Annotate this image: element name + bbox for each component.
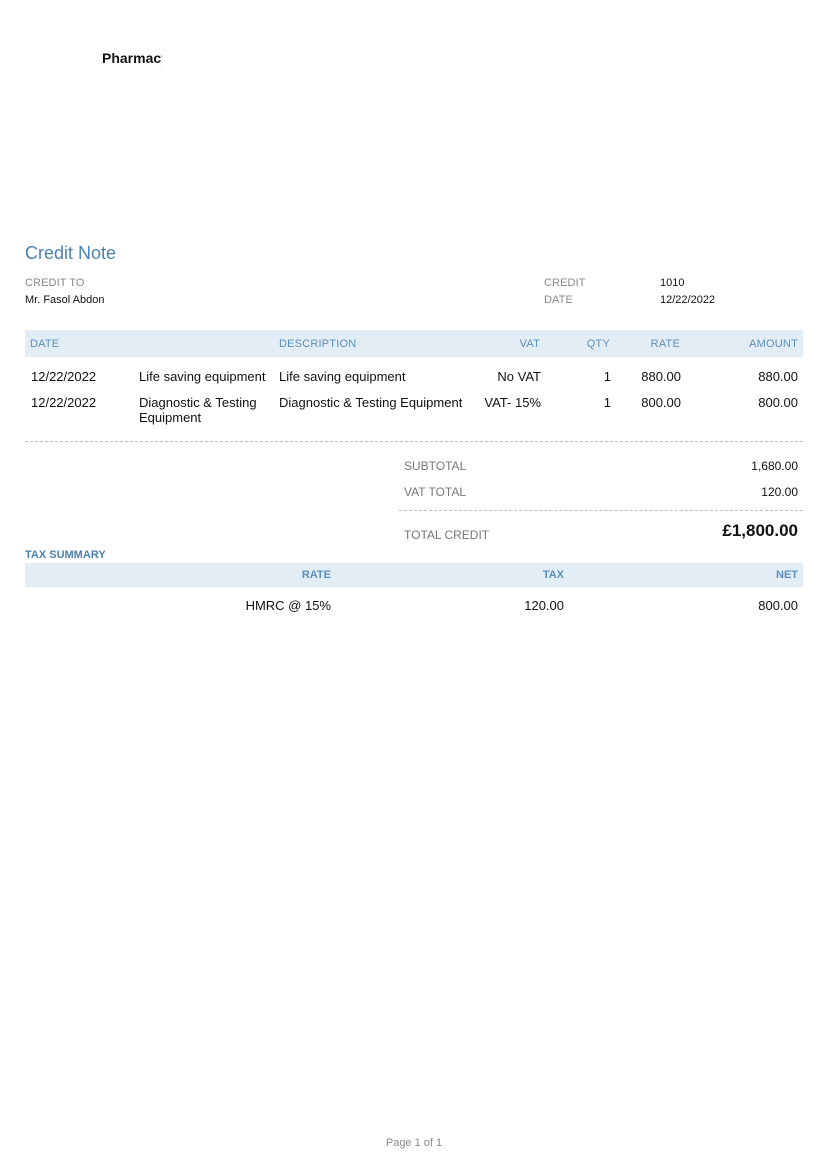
credit-number: 1010 [660, 277, 685, 289]
credit-to-label: CREDIT TO [25, 277, 85, 289]
row-rate: 800.00 [641, 395, 681, 410]
totals-divider [399, 510, 803, 511]
tax-column-header-tax: TAX [542, 569, 564, 581]
tax-summary-header: RATE TAX NET [25, 563, 803, 587]
page-number: Page 1 of 1 [385, 1137, 443, 1149]
row-item: Life saving equipment [139, 369, 266, 384]
row-rate: 880.00 [641, 369, 681, 384]
column-header-amount: AMOUNT [749, 338, 798, 350]
row-date: 12/22/2022 [31, 369, 97, 384]
tax-column-header-rate: RATE [301, 569, 331, 581]
column-header-description: DESCRIPTION [279, 338, 357, 350]
tax-row-tax: 120.00 [524, 598, 564, 613]
vat-total-value: 120.00 [761, 485, 798, 499]
document-title: Credit Note [25, 243, 117, 263]
row-amount: 880.00 [758, 369, 798, 384]
row-item: Diagnostic & Testing Equipment [139, 395, 257, 425]
column-header-vat: VAT [519, 338, 540, 350]
table-row: 12/22/2022 Life saving equipment Life sa… [25, 369, 803, 389]
row-amount: 800.00 [758, 395, 798, 410]
table-row: 12/22/2022 Diagnostic & Testing Equipmen… [25, 395, 803, 429]
row-vat: No VAT [497, 369, 541, 384]
date-label: DATE [544, 294, 573, 306]
column-header-qty: QTY [586, 338, 610, 350]
subtotal-label: SUBTOTAL [404, 459, 467, 473]
company-name: Pharmacy [102, 50, 162, 66]
tax-summary-row: HMRC @ 15% 120.00 800.00 [25, 598, 803, 616]
tax-summary-title: TAX SUMMARY [25, 549, 106, 561]
tax-row-rate: HMRC @ 15% [245, 598, 331, 613]
row-description: Life saving equipment [279, 369, 406, 384]
subtotal-value: 1,680.00 [751, 459, 798, 473]
credit-number-label: CREDIT [544, 277, 586, 289]
total-credit-label: TOTAL CREDIT [404, 528, 490, 542]
row-date: 12/22/2022 [31, 395, 97, 410]
row-vat: VAT- 15% [484, 395, 541, 410]
items-table-header: DATE DESCRIPTION VAT QTY RATE AMOUNT [25, 330, 803, 357]
column-header-date: DATE [30, 338, 60, 350]
customer-name: Mr. Fasol Abdon [25, 294, 105, 306]
tax-column-header-net: NET [776, 569, 798, 581]
items-divider [25, 441, 803, 442]
row-qty: 1 [603, 369, 611, 384]
vat-total-label: VAT TOTAL [404, 485, 467, 499]
tax-row-net: 800.00 [758, 598, 798, 613]
credit-date: 12/22/2022 [660, 294, 716, 306]
row-description: Diagnostic & Testing Equipment [279, 395, 463, 410]
column-header-rate: RATE [650, 338, 680, 350]
total-credit-value: £1,800.00 [722, 521, 798, 540]
row-qty: 1 [603, 395, 611, 410]
